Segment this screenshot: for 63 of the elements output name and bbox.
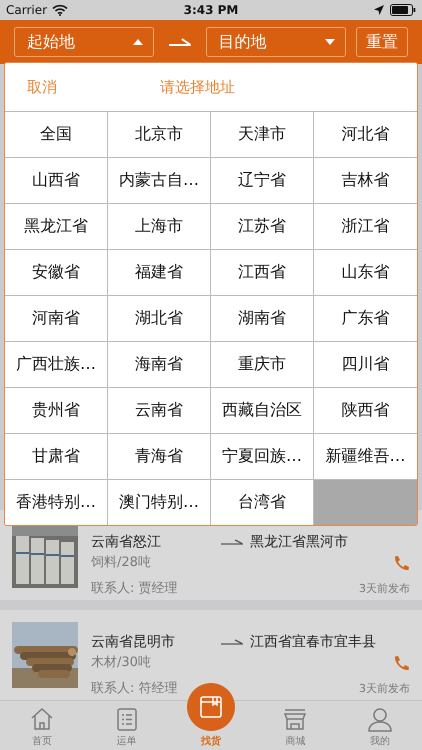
region-option[interactable]: 福建省 (108, 250, 211, 296)
region-option[interactable]: 湖南省 (211, 296, 314, 342)
region-option[interactable]: 陕西省 (314, 388, 417, 434)
region-option[interactable]: 天津市 (211, 112, 314, 158)
region-option[interactable]: 重庆市 (211, 342, 314, 388)
region-option[interactable]: 吉林省 (314, 158, 417, 204)
location-arrow-icon (372, 4, 385, 16)
destination-select[interactable]: 目的地 (206, 27, 346, 57)
person-icon (366, 706, 393, 732)
region-option[interactable]: 香港特别… (5, 480, 108, 525)
route-arrow-icon (221, 539, 243, 545)
region-option[interactable]: 贵州省 (5, 388, 108, 434)
region-option[interactable]: 江苏省 (211, 204, 314, 250)
box-button-icon (186, 682, 236, 732)
home-icon (29, 706, 56, 732)
cargo-text: 木材/30吨 (91, 654, 152, 671)
caret-down-icon (324, 39, 334, 45)
route-arrow-icon (221, 639, 243, 645)
region-option[interactable]: 海南省 (108, 342, 211, 388)
region-option[interactable]: 湖北省 (108, 296, 211, 342)
carrier-label: Carrier (6, 3, 48, 17)
posted-time: 3天前发布 (359, 581, 410, 596)
region-option[interactable]: 内蒙古自… (108, 158, 211, 204)
posted-time: 3天前发布 (359, 681, 410, 696)
region-option[interactable]: 河北省 (314, 112, 417, 158)
origin-select[interactable]: 起始地 (14, 27, 154, 57)
region-option[interactable]: 山西省 (5, 158, 108, 204)
region-option[interactable]: 上海市 (108, 204, 211, 250)
region-option[interactable]: 北京市 (108, 112, 211, 158)
cargo-text: 饲料/28吨 (91, 554, 152, 571)
region-option[interactable]: 浙江省 (314, 204, 417, 250)
destination-text: 江西省宜春市宜丰县 (250, 633, 376, 651)
phone-icon[interactable] (392, 655, 410, 673)
region-option[interactable]: 甘肃省 (5, 434, 108, 480)
region-option[interactable]: 广东省 (314, 296, 417, 342)
region-option[interactable]: 全国 (5, 112, 108, 158)
region-option[interactable]: 黑龙江省 (5, 204, 108, 250)
destination-text: 黑龙江省黑河市 (250, 533, 348, 551)
contact-text: 联系人: 符经理 (91, 680, 178, 697)
region-option[interactable]: 青海省 (108, 434, 211, 480)
region-option[interactable]: 宁夏回族… (211, 434, 314, 480)
region-option[interactable]: 辽宁省 (211, 158, 314, 204)
region-option[interactable]: 云南省 (108, 388, 211, 434)
phone-icon[interactable] (392, 555, 410, 573)
route-arrow-icon (168, 38, 191, 46)
region-option[interactable]: 澳门特别… (108, 480, 211, 525)
caret-up-icon (132, 39, 143, 45)
region-option[interactable]: 山东省 (314, 250, 417, 296)
clock-time: 3:43 PM (184, 3, 238, 17)
region-option[interactable]: 江西省 (211, 250, 314, 296)
listing-card[interactable]: 云南省昆明市 江西省宜春市宜丰县 木材/30吨 联系人: 符经理 3天前发布 (0, 610, 422, 700)
origin-text: 云南省怒江 (91, 533, 162, 551)
origin-text: 云南省昆明市 (91, 633, 176, 651)
reset-button[interactable]: 重置 (356, 27, 408, 57)
region-option[interactable]: 西藏自治区 (211, 388, 314, 434)
picker-title: 请选择地址 (160, 78, 235, 96)
battery-icon (390, 4, 416, 16)
region-option[interactable]: 四川省 (314, 342, 417, 388)
contact-text: 联系人: 贾经理 (91, 580, 178, 597)
region-option[interactable]: 安徽省 (5, 250, 108, 296)
region-option[interactable]: 广西壮族… (5, 342, 108, 388)
region-option[interactable]: 河南省 (5, 296, 108, 342)
wifi-icon (52, 4, 68, 16)
